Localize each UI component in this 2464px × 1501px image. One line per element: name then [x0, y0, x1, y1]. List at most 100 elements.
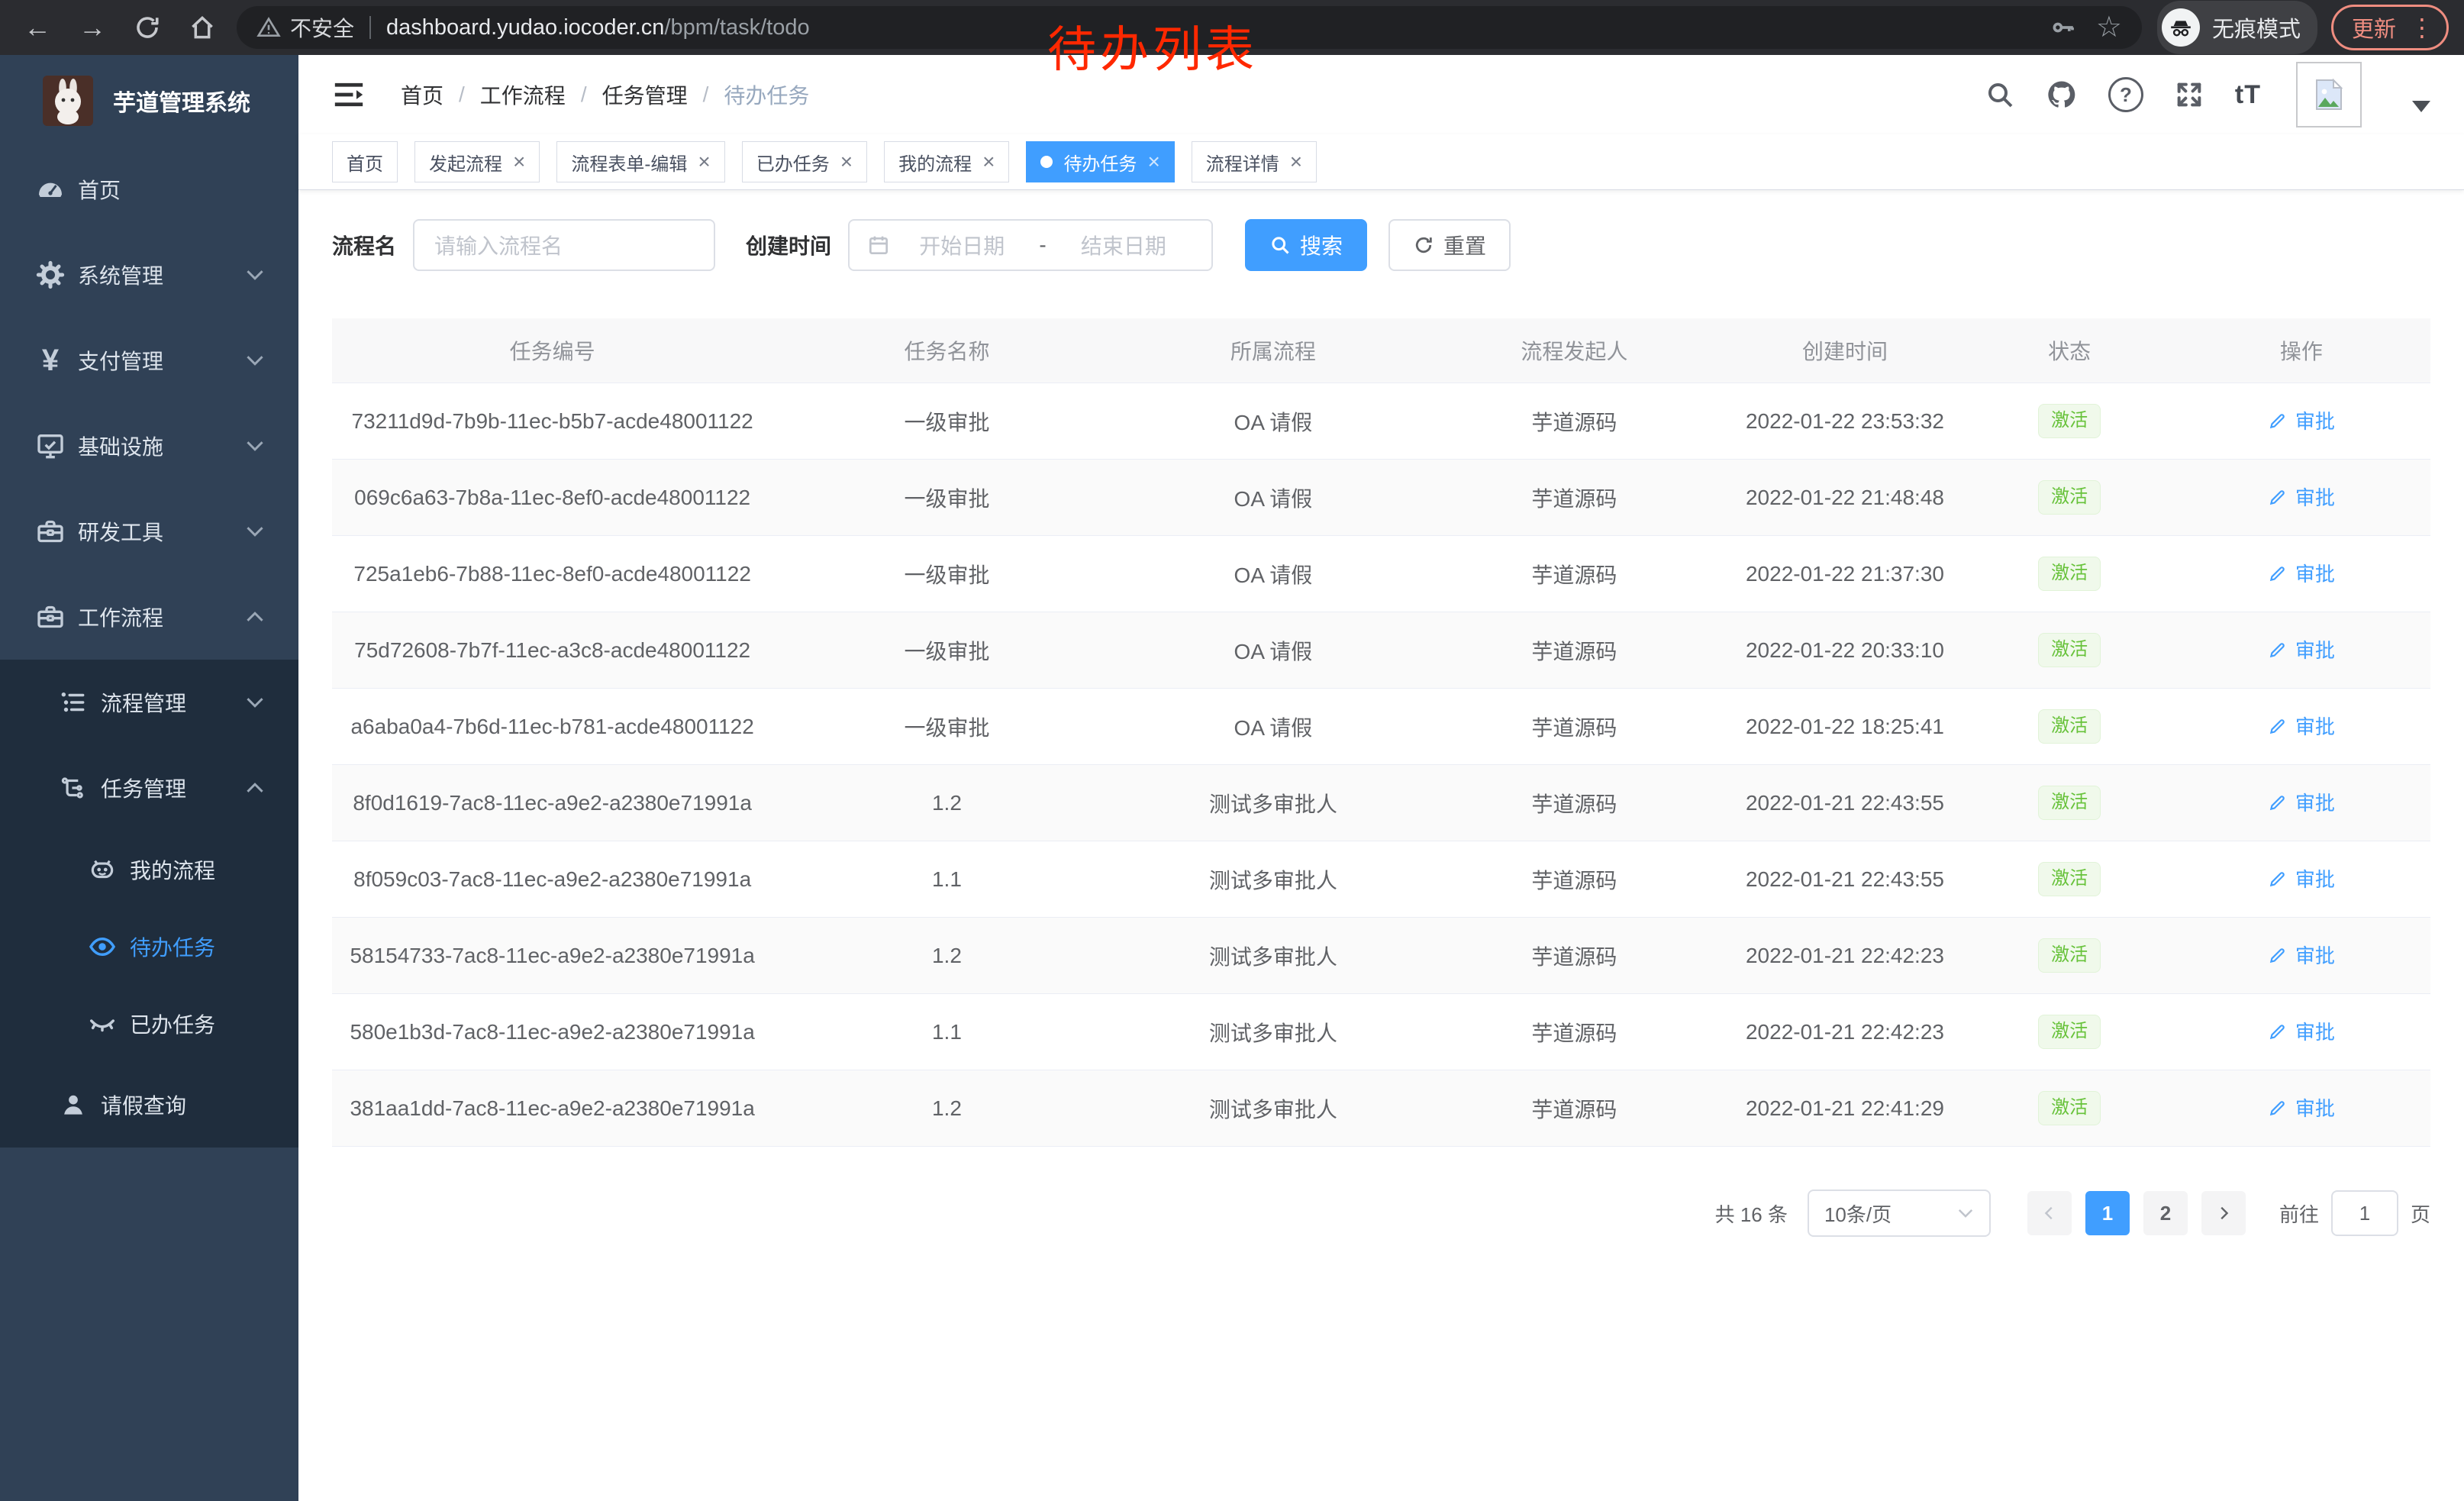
- app-title: 芋道管理系统: [113, 84, 250, 118]
- tag-label: 首页: [347, 149, 383, 176]
- reset-button-label: 重置: [1443, 230, 1486, 260]
- process-name-placeholder: 请输入流程名: [434, 230, 563, 260]
- sidebar-logo[interactable]: 芋道管理系统: [0, 55, 298, 147]
- tag-home[interactable]: 首页: [332, 141, 398, 182]
- tag-process-detail[interactable]: 流程详情 ×: [1192, 141, 1317, 182]
- cell-starter: 芋道源码: [1425, 1070, 1723, 1147]
- sidebar-item-dev-tools[interactable]: 研发工具: [0, 489, 298, 574]
- cell-task-name: 一级审批: [772, 689, 1121, 765]
- chevron-down-icon: [245, 440, 265, 452]
- prev-page-button[interactable]: [2027, 1191, 2072, 1235]
- sidebar-item-done-tasks[interactable]: 已办任务: [0, 985, 298, 1062]
- address-bar[interactable]: 不安全 dashboard.yudao.iocoder.cn /bpm/task…: [237, 6, 2142, 49]
- approve-link[interactable]: 审批: [2268, 941, 2335, 969]
- tag-form-edit[interactable]: 流程表单-编辑 ×: [556, 141, 724, 182]
- close-icon[interactable]: ×: [1290, 151, 1302, 173]
- approve-link[interactable]: 审批: [2268, 864, 2335, 893]
- tag-label: 发起流程: [429, 149, 502, 176]
- table-row: 069c6a63-7b8a-11ec-8ef0-acde48001122 一级审…: [332, 460, 2430, 536]
- browser-menu-kebab-icon[interactable]: ⋮: [2410, 15, 2434, 40]
- edit-pen-icon: [2268, 869, 2288, 889]
- sidebar-item-system[interactable]: 系统管理: [0, 232, 298, 318]
- page-button-2[interactable]: 2: [2143, 1191, 2188, 1235]
- active-dot: [1040, 156, 1053, 168]
- github-icon[interactable]: [2046, 79, 2078, 111]
- process-name-input[interactable]: 请输入流程名: [413, 219, 715, 271]
- close-icon[interactable]: ×: [513, 151, 525, 173]
- browser-forward-icon[interactable]: →: [75, 10, 110, 45]
- sidebar-item-label: 流程管理: [101, 687, 186, 718]
- page-size-select[interactable]: 10条/页: [1808, 1190, 1991, 1237]
- tag-my-process[interactable]: 我的流程 ×: [884, 141, 1009, 182]
- close-icon[interactable]: ×: [840, 151, 853, 173]
- cell-process: 测试多审批人: [1121, 918, 1426, 994]
- password-key-icon[interactable]: [2050, 15, 2076, 40]
- fullscreen-icon[interactable]: [2174, 79, 2204, 110]
- sidebar-item-process-mgmt[interactable]: 流程管理: [0, 660, 298, 745]
- sidebar-item-infrastructure[interactable]: 基础设施: [0, 403, 298, 489]
- tag-label: 流程详情: [1206, 149, 1279, 176]
- help-icon[interactable]: ?: [2108, 77, 2143, 112]
- chevron-down-icon: [245, 354, 265, 366]
- reset-button[interactable]: 重置: [1388, 219, 1511, 271]
- approve-link[interactable]: 审批: [2268, 1093, 2335, 1122]
- sidebar-item-leave-query[interactable]: 请假查询: [0, 1062, 298, 1148]
- cell-create-time: 2022-01-22 23:53:32: [1724, 383, 1967, 460]
- search-button-label: 搜索: [1300, 230, 1343, 260]
- search-icon[interactable]: [1985, 79, 2015, 110]
- close-icon[interactable]: ×: [982, 151, 995, 173]
- date-range-picker[interactable]: 开始日期 - 结束日期: [848, 219, 1213, 271]
- cell-create-time: 2022-01-22 21:37:30: [1724, 536, 1967, 612]
- sidebar-item-task-mgmt[interactable]: 任务管理: [0, 745, 298, 831]
- tree-list-icon: [56, 688, 90, 717]
- avatar[interactable]: [2296, 62, 2362, 128]
- sidebar-item-home[interactable]: 首页: [0, 147, 298, 232]
- not-secure-warning-icon: [256, 15, 281, 40]
- approve-link[interactable]: 审批: [2268, 406, 2335, 434]
- bookmark-star-icon[interactable]: ☆: [2096, 13, 2122, 42]
- breadcrumb-home[interactable]: 首页: [401, 79, 443, 110]
- browser-back-icon[interactable]: ←: [20, 10, 55, 45]
- tag-todo-tasks[interactable]: 待办任务 ×: [1026, 141, 1174, 182]
- browser-update-button[interactable]: 更新 ⋮: [2331, 5, 2449, 50]
- start-date-input[interactable]: 开始日期: [891, 230, 1033, 260]
- approve-link[interactable]: 审批: [2268, 559, 2335, 587]
- col-starter: 流程发起人: [1425, 318, 1723, 383]
- table-row: 8f0d1619-7ac8-11ec-a9e2-a2380e71991a 1.2…: [332, 765, 2430, 841]
- search-button[interactable]: 搜索: [1245, 219, 1367, 271]
- approve-link[interactable]: 审批: [2268, 1017, 2335, 1045]
- sidebar-item-label: 已办任务: [130, 1009, 215, 1039]
- sidebar-item-workflow[interactable]: 工作流程: [0, 574, 298, 660]
- end-date-input[interactable]: 结束日期: [1053, 230, 1195, 260]
- approve-link[interactable]: 审批: [2268, 712, 2335, 740]
- cell-process: OA 请假: [1121, 689, 1426, 765]
- approve-link[interactable]: 审批: [2268, 483, 2335, 511]
- browser-reload-icon[interactable]: [130, 10, 165, 45]
- close-icon[interactable]: ×: [1147, 151, 1159, 173]
- breadcrumb-workflow[interactable]: 工作流程: [480, 79, 566, 110]
- avatar-caret-icon[interactable]: [2412, 101, 2430, 112]
- approve-link[interactable]: 审批: [2268, 635, 2335, 663]
- browser-home-icon[interactable]: [185, 10, 220, 45]
- page-button-1[interactable]: 1: [2085, 1191, 2130, 1235]
- sidebar-item-todo-tasks[interactable]: 待办任务: [0, 908, 298, 985]
- sidebar-item-my-process[interactable]: 我的流程: [0, 831, 298, 908]
- workflow-submenu: 流程管理 任务管理: [0, 660, 298, 1148]
- close-icon[interactable]: ×: [698, 151, 710, 173]
- table-row: a6aba0a4-7b6d-11ec-b781-acde48001122 一级审…: [332, 689, 2430, 765]
- approve-link[interactable]: 审批: [2268, 788, 2335, 816]
- cell-starter: 芋道源码: [1425, 765, 1723, 841]
- breadcrumb-separator: /: [581, 82, 587, 107]
- next-page-button[interactable]: [2201, 1191, 2246, 1235]
- tag-start-process[interactable]: 发起流程 ×: [414, 141, 540, 182]
- cell-create-time: 2022-01-21 22:41:29: [1724, 1070, 1967, 1147]
- font-size-icon[interactable]: tT: [2235, 80, 2261, 110]
- tag-done-tasks[interactable]: 已办任务 ×: [742, 141, 867, 182]
- sidebar-item-payment[interactable]: ¥ 支付管理: [0, 318, 298, 403]
- app-header: 首页 / 工作流程 / 任务管理 / 待办任务: [298, 55, 2464, 134]
- breadcrumb-task-mgmt[interactable]: 任务管理: [602, 79, 688, 110]
- goto-page-input[interactable]: 1: [2331, 1190, 2398, 1236]
- collapse-sidebar-icon[interactable]: [332, 79, 366, 110]
- tag-label: 已办任务: [756, 149, 830, 176]
- cell-starter: 芋道源码: [1425, 918, 1723, 994]
